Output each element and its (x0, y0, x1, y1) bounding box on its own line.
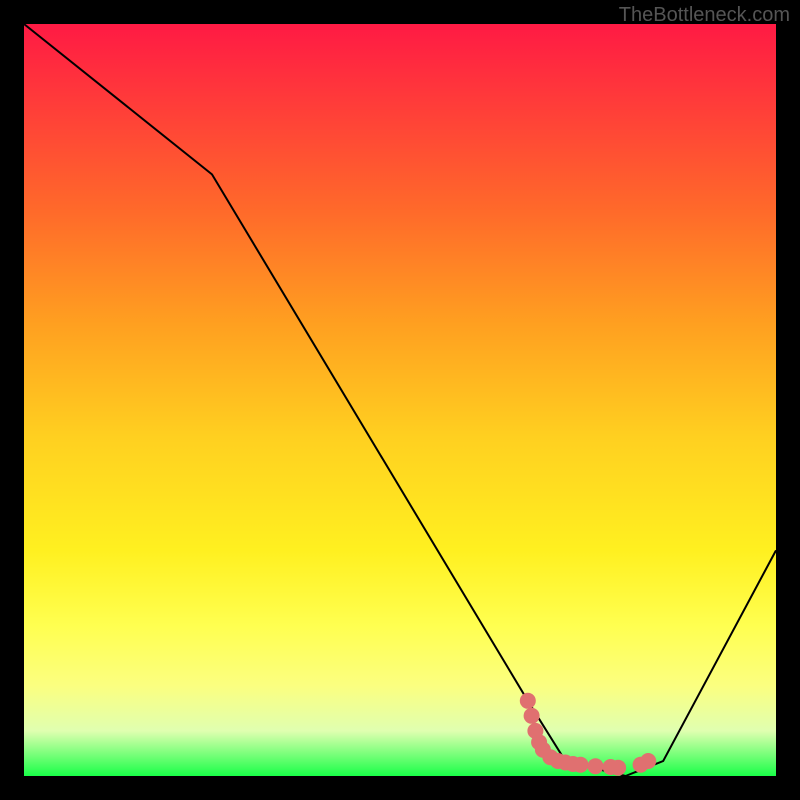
scatter-point (520, 693, 536, 709)
watermark-label: TheBottleneck.com (619, 4, 790, 27)
scatter-series (520, 693, 656, 776)
chart-overlay (24, 24, 776, 776)
line-series (24, 24, 776, 776)
scatter-point (573, 757, 589, 773)
scatter-point (610, 760, 626, 776)
scatter-point (588, 758, 604, 774)
chart-container: TheBottleneck.com (0, 0, 800, 800)
scatter-point (524, 708, 540, 724)
bottleneck-curve (24, 24, 776, 776)
scatter-point (640, 753, 656, 769)
